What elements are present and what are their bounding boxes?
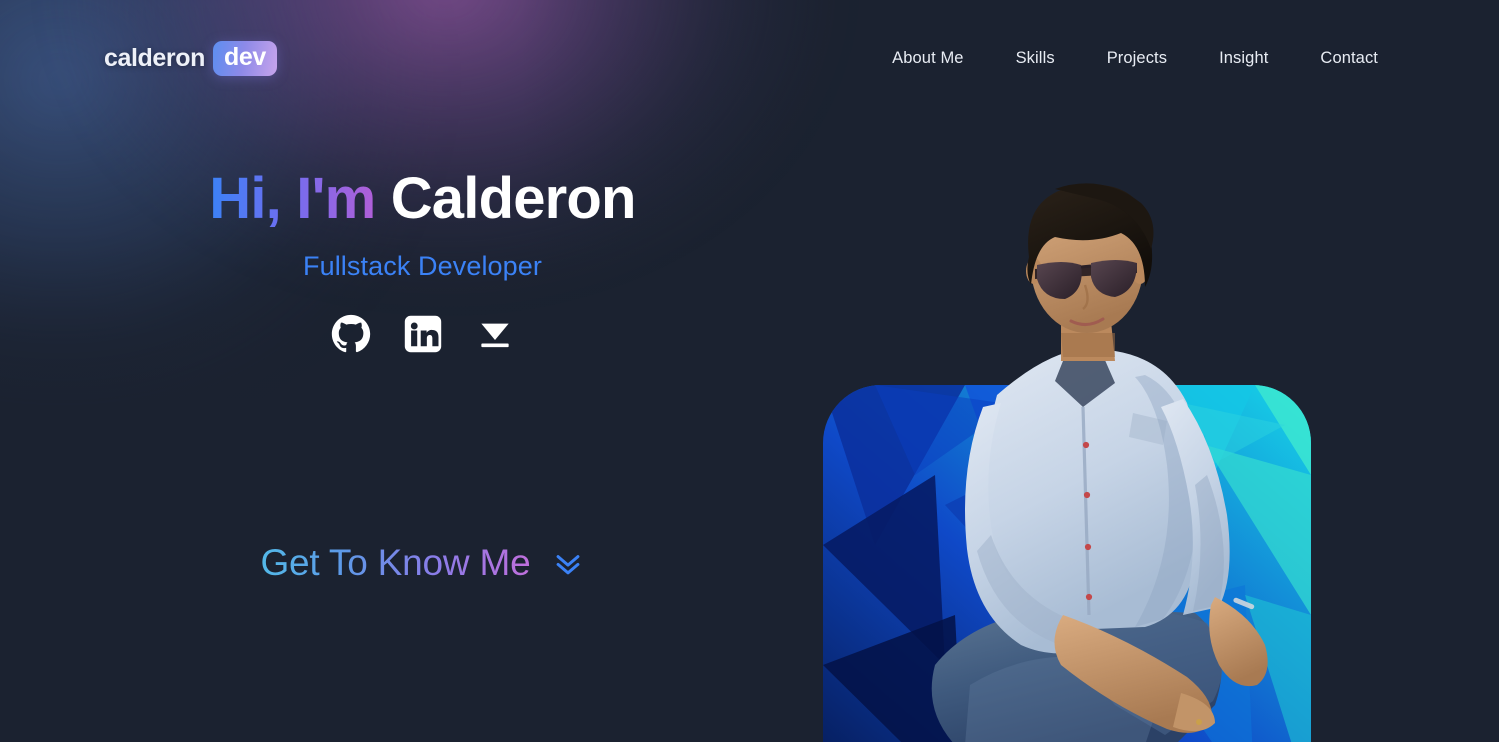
hero-subtitle: Fullstack Developer (303, 250, 542, 281)
brand-badge-text: dev (213, 40, 277, 76)
page-title: Hi, I'm Calderon (0, 166, 845, 231)
hero-name-text: Calderon (390, 166, 637, 231)
github-link[interactable] (329, 312, 373, 356)
get-to-know-me-button[interactable]: Get To Know Me (0, 542, 845, 584)
nav-item-about-me[interactable]: About Me (875, 39, 980, 78)
download-resume-link[interactable] (473, 312, 517, 356)
brand-logo[interactable]: calderon dev (104, 40, 277, 76)
nav-item-insight[interactable]: Insight (1202, 39, 1285, 78)
nav-item-projects[interactable]: Projects (1090, 39, 1184, 78)
linkedin-link[interactable] (401, 312, 445, 356)
hero-portrait (815, 145, 1315, 742)
hero-copy: Hi, I'm Calderon Fullstack Developer (0, 166, 845, 356)
nav-item-contact[interactable]: Contact (1303, 39, 1395, 78)
main-nav: About Me Skills Projects Insight Contact (875, 39, 1395, 78)
page-root: calderon dev About Me Skills Projects In… (0, 0, 1499, 742)
social-links (0, 312, 845, 356)
chevron-double-down-icon (551, 546, 585, 580)
download-resume-icon (474, 313, 516, 355)
brand-name-text: calderon (104, 43, 205, 72)
nav-item-skills[interactable]: Skills (999, 39, 1072, 78)
site-header: calderon dev About Me Skills Projects In… (0, 0, 1499, 116)
github-icon (331, 314, 371, 354)
linkedin-icon (402, 313, 444, 355)
hero-greeting-text: Hi, I'm (209, 166, 376, 231)
get-to-know-me-label: Get To Know Me (260, 542, 531, 583)
